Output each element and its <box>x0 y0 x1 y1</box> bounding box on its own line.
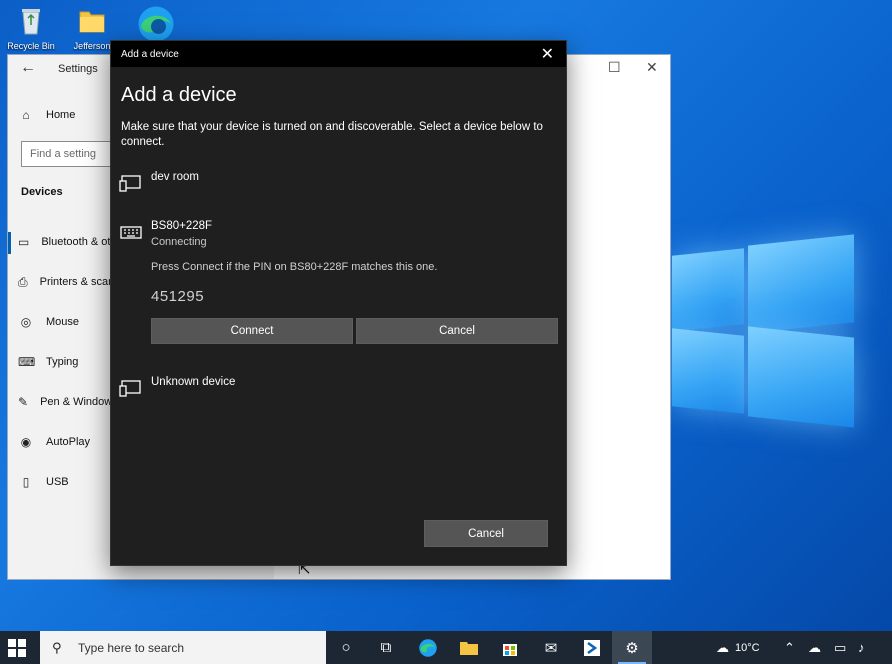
remote-desktop-icon[interactable] <box>572 631 612 664</box>
dialog-close-icon[interactable]: ✕ <box>541 44 554 64</box>
display-device-icon <box>119 175 141 192</box>
printer-icon: ⎙ <box>18 274 28 289</box>
device-name: Unknown device <box>151 376 236 388</box>
bluetooth-icon: ▭ <box>18 235 30 249</box>
device-name: BS80+228F <box>151 220 213 232</box>
sidebar-item-usb[interactable]: ▯ USB <box>18 469 116 495</box>
keyboard-icon <box>120 226 142 239</box>
network-icon[interactable]: ▭ <box>834 631 846 664</box>
settings-title: Settings <box>58 63 98 75</box>
sidebar-item-printers[interactable]: ⎙ Printers & scanners <box>18 269 116 295</box>
dialog-description: Make sure that your device is turned on … <box>121 121 543 148</box>
sidebar-section-devices: Devices <box>21 186 63 198</box>
sidebar-item-home[interactable]: ⌂ Home <box>18 102 116 128</box>
mouse-icon: ◎ <box>20 315 32 329</box>
onedrive-icon[interactable]: ☁ <box>808 631 821 664</box>
cloud-icon: ☁ <box>716 639 729 655</box>
sidebar-item-label: Pen & Windows Ink <box>40 396 116 408</box>
recycle-bin-icon <box>22 9 40 35</box>
windows-start-icon[interactable] <box>8 639 26 657</box>
desktop-icon-recycle-bin[interactable]: Recycle Bin <box>3 4 59 54</box>
show-hidden-icons[interactable]: ⌃ <box>784 631 795 664</box>
active-indicator <box>8 232 11 254</box>
windows-wallpaper-logo <box>650 220 870 440</box>
sidebar-item-bluetooth[interactable]: ▭ Bluetooth & other devices <box>18 229 116 255</box>
connect-button[interactable]: Connect <box>151 318 353 344</box>
taskbar: ⚲ Type here to search ○ ⧉ ✉ ⚙ ☁ 10°C ⌃ ☁… <box>0 631 892 664</box>
device-item-bs80[interactable]: BS80+228F Connecting <box>119 220 559 248</box>
edge-icon <box>138 6 174 42</box>
sidebar-item-label: Mouse <box>46 316 80 328</box>
sidebar-item-label: Home <box>46 109 76 121</box>
store-icon[interactable] <box>490 631 530 664</box>
file-explorer-icon[interactable] <box>449 631 489 664</box>
dialog-heading: Add a device <box>121 84 237 106</box>
folder-icon <box>460 641 478 655</box>
pin-code: 451295 <box>151 288 205 305</box>
device-item-dev-room[interactable]: dev room <box>119 171 559 193</box>
sidebar-item-label: Bluetooth & other devices <box>41 236 116 248</box>
store-bag-icon <box>503 643 517 656</box>
usb-icon: ▯ <box>22 475 30 489</box>
sidebar-item-typing[interactable]: ⌨ Typing <box>18 349 116 375</box>
pin-message: Press Connect if the PIN on BS80+228F ma… <box>151 261 438 273</box>
autoplay-icon: ◉ <box>20 435 32 449</box>
sidebar-item-label: USB <box>46 476 69 488</box>
device-item-unknown[interactable]: Unknown device <box>119 376 559 398</box>
display-device-icon <box>119 380 141 397</box>
settings-taskbar-icon[interactable]: ⚙ <box>612 631 652 664</box>
device-status: Connecting <box>151 236 207 248</box>
folder-icon <box>79 11 105 33</box>
close-button[interactable]: ✕ <box>646 59 658 76</box>
add-device-dialog: Add a device ✕ Add a device Make sure th… <box>110 40 567 566</box>
device-name: dev room <box>151 171 199 183</box>
find-setting-input[interactable]: Find a setting <box>21 141 115 167</box>
keyboard-icon: ⌨ <box>18 355 36 369</box>
dialog-cancel-button[interactable]: Cancel <box>424 520 548 547</box>
cancel-pin-button[interactable]: Cancel <box>356 318 558 344</box>
task-view-icon[interactable]: ⧉ <box>366 631 406 664</box>
taskbar-search-placeholder: Type here to search <box>78 640 185 655</box>
taskbar-search-box[interactable]: ⚲ Type here to search <box>40 631 326 664</box>
home-icon: ⌂ <box>22 108 30 122</box>
sidebar-item-autoplay[interactable]: ◉ AutoPlay <box>18 429 116 455</box>
maximize-button[interactable]: ☐ <box>608 59 621 76</box>
desktop-icon-label: Recycle Bin <box>7 41 55 51</box>
edge-taskbar-icon[interactable] <box>408 631 448 664</box>
gear-icon: ⚙ <box>625 639 639 657</box>
sidebar-item-label: AutoPlay <box>46 436 91 448</box>
dialog-titlebar: Add a device ✕ <box>111 41 566 67</box>
temperature-label: 10°C <box>735 641 760 654</box>
sidebar-item-mouse[interactable]: ◎ Mouse <box>18 309 116 335</box>
cortana-icon[interactable]: ○ <box>326 631 366 664</box>
sidebar-item-pen[interactable]: ✎ Pen & Windows Ink <box>18 389 116 415</box>
app-icon <box>584 639 600 656</box>
edge-icon <box>419 638 437 657</box>
pen-icon: ✎ <box>18 395 29 409</box>
mail-icon[interactable]: ✉ <box>531 631 571 664</box>
search-icon: ⚲ <box>52 639 62 655</box>
weather-widget[interactable]: ☁ 10°C <box>716 631 760 664</box>
volume-icon[interactable]: ♪ <box>858 631 865 664</box>
sidebar-item-label: Typing <box>46 356 79 368</box>
back-arrow-icon[interactable]: ← <box>20 59 36 77</box>
sidebar-item-label: Printers & scanners <box>39 276 116 288</box>
dialog-titlebar-text: Add a device <box>121 49 179 60</box>
